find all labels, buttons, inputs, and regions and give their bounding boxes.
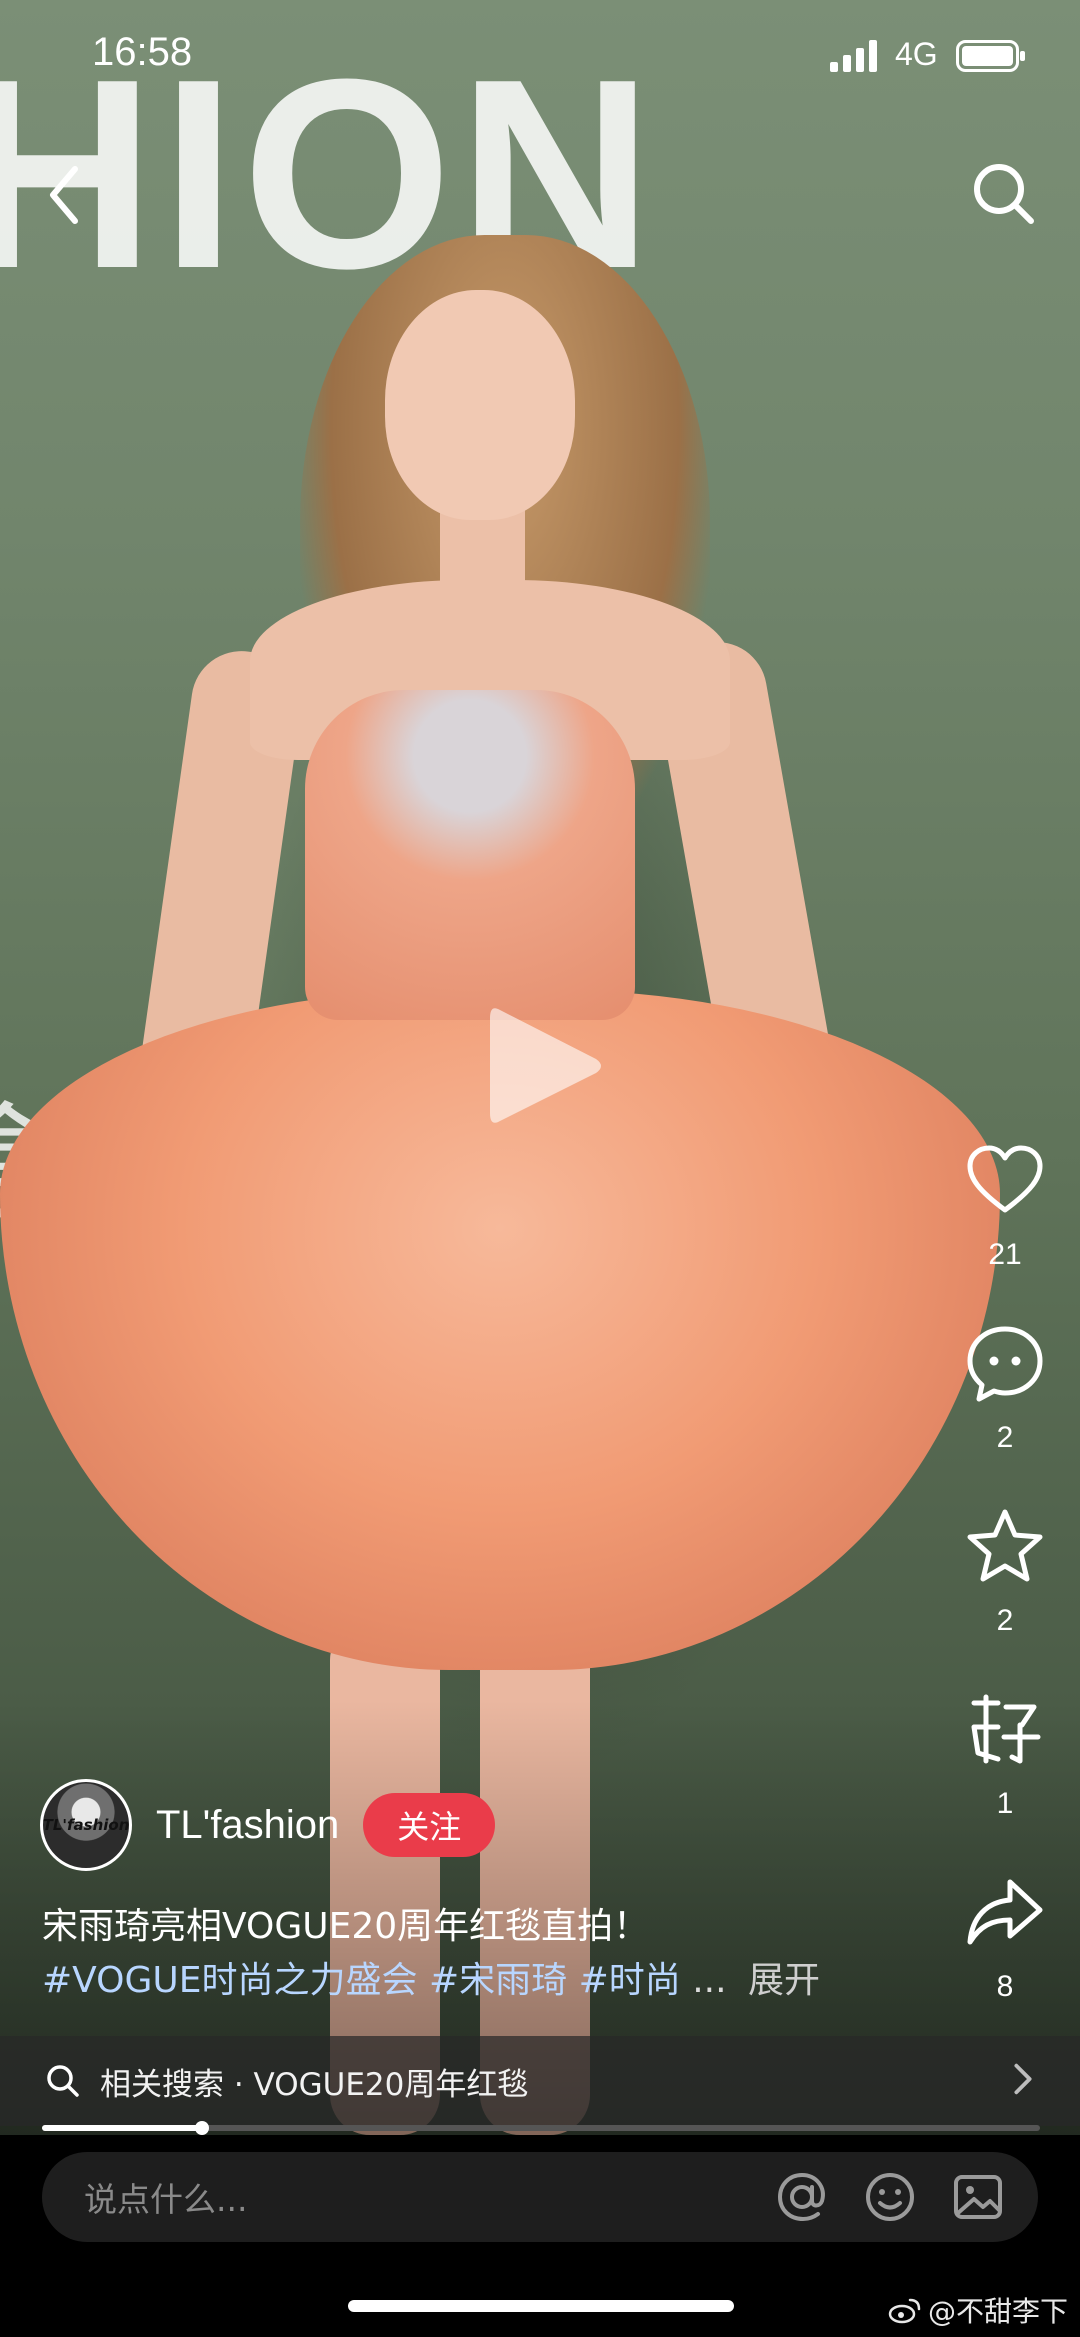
favorite-count: 2 xyxy=(996,1604,1014,1637)
good-count: 1 xyxy=(996,1787,1014,1820)
search-icon xyxy=(47,2065,79,2097)
share-count: 8 xyxy=(996,1970,1014,2003)
chevron-right-icon xyxy=(1014,2063,1032,2095)
expand-link[interactable]: 展开 xyxy=(748,1960,820,2001)
status-bar: 16:58 4G xyxy=(0,0,1080,110)
good-button[interactable]: 1 xyxy=(945,1689,1065,1821)
battery-icon xyxy=(956,40,1025,72)
star-icon xyxy=(967,1509,1043,1582)
search-icon[interactable] xyxy=(965,155,1045,235)
comment-input[interactable]: 说点什么... xyxy=(84,2173,774,2221)
favorite-button[interactable]: 2 xyxy=(945,1506,1065,1638)
like-count: 21 xyxy=(988,1238,1022,1271)
comment-count: 2 xyxy=(996,1421,1014,1454)
watermark: @不甜李下 xyxy=(888,2290,1068,2330)
weibo-logo-icon xyxy=(888,2298,921,2324)
status-time: 16:58 xyxy=(92,30,193,74)
author-row: TL'fashion TL'fashion 关注 xyxy=(40,1778,496,1872)
back-icon[interactable] xyxy=(35,155,95,235)
heart-icon xyxy=(967,1145,1043,1213)
follow-button[interactable]: 关注 xyxy=(363,1793,496,1857)
figure-face xyxy=(385,290,575,520)
video-progress-fill xyxy=(42,2125,202,2131)
caption-ellipsis: ... xyxy=(692,1960,727,2001)
home-indicator[interactable] xyxy=(348,2300,734,2312)
post-tags: #VOGUE时尚之力盛会 #宋雨琦 #时尚 ... 展开 xyxy=(42,1952,820,2010)
network-type: 4G xyxy=(895,36,938,72)
hashtag[interactable]: #VOGUE时尚之力盛会 xyxy=(42,1960,418,2001)
share-icon xyxy=(967,1879,1043,1945)
hashtag[interactable]: #宋雨琦 xyxy=(429,1960,567,2001)
comment-icon xyxy=(967,1326,1043,1402)
at-icon[interactable] xyxy=(774,2169,830,2225)
emoji-icon[interactable] xyxy=(862,2169,918,2225)
video-progress-knob[interactable] xyxy=(194,2121,209,2135)
avatar[interactable]: TL'fashion xyxy=(40,1779,132,1871)
image-icon[interactable] xyxy=(950,2169,1006,2225)
good-icon xyxy=(971,1694,1041,1764)
comment-input-bar[interactable]: 说点什么... xyxy=(42,2152,1038,2242)
like-button[interactable]: 21 xyxy=(945,1140,1065,1272)
related-search-text: 相关搜索 · VOGUE20周年红毯 xyxy=(100,2066,529,2103)
author-name[interactable]: TL'fashion xyxy=(156,1803,339,1848)
share-button[interactable]: 8 xyxy=(945,1872,1065,2004)
video-progress-bar[interactable] xyxy=(42,2121,1040,2135)
play-icon[interactable] xyxy=(478,998,608,1133)
avatar-logo-text: TL'fashion xyxy=(42,1816,130,1834)
related-search-bar[interactable]: 相关搜索 · VOGUE20周年红毯 xyxy=(0,2036,1080,2126)
comment-button[interactable]: 2 xyxy=(945,1323,1065,1455)
post-caption: 宋雨琦亮相VOGUE20周年红毯直拍！ xyxy=(42,1906,650,1947)
watermark-text: @不甜李下 xyxy=(928,2295,1069,2328)
figure-dress-bodice xyxy=(305,690,635,1020)
signal-icon xyxy=(830,40,877,72)
hashtag[interactable]: #时尚 xyxy=(579,1960,681,2001)
